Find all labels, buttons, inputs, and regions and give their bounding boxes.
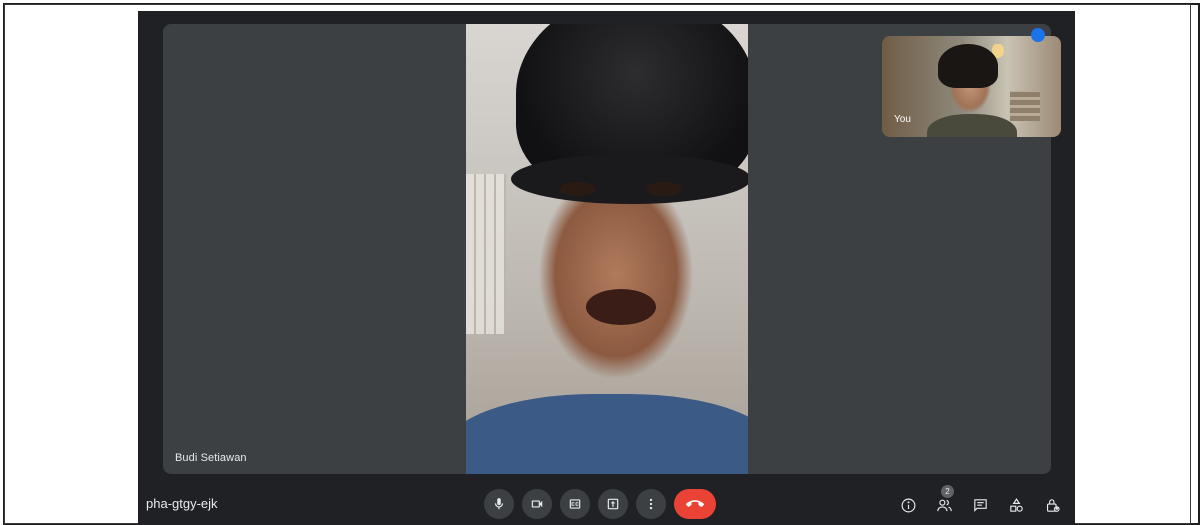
self-label: You: [894, 114, 911, 125]
background-shelf: [1010, 91, 1040, 121]
microphone-button[interactable]: [484, 489, 514, 519]
shapes-icon: [1009, 497, 1023, 512]
closed-caption-icon: [569, 499, 581, 509]
self-body: [927, 114, 1017, 137]
call-end-icon: [686, 500, 704, 507]
present-to-all-icon: [607, 498, 619, 510]
self-hair: [938, 44, 998, 88]
more-options-button[interactable]: [636, 489, 666, 519]
participant-eye-right: [646, 182, 682, 196]
participant-video: [466, 24, 748, 474]
people-icon: [936, 499, 952, 511]
participant-cap-brim: [511, 154, 748, 204]
camera-button[interactable]: [522, 489, 552, 519]
present-button[interactable]: [598, 489, 628, 519]
participant-eye-left: [560, 182, 596, 196]
meeting-code: pha-gtgy-ejk: [146, 496, 218, 511]
chat-icon: [973, 498, 987, 512]
bottom-control-bar: pha-gtgy-ejk 2: [138, 483, 1075, 525]
participant-count-badge: 2: [941, 485, 954, 498]
call-controls: [484, 489, 716, 519]
self-view-indicator: [1031, 28, 1045, 42]
meeting-details-button[interactable]: [896, 493, 920, 517]
activities-button[interactable]: [1004, 493, 1028, 517]
captions-button[interactable]: [560, 489, 590, 519]
info-icon: [901, 498, 915, 512]
lock-person-icon: [1046, 498, 1060, 512]
mic-icon: [494, 498, 504, 510]
more-vert-icon: [649, 498, 653, 510]
chat-button[interactable]: [968, 493, 992, 517]
self-view-tile[interactable]: You: [882, 36, 1061, 137]
meet-window: Budi Setiawan You pha-gtgy-ejk 2: [138, 11, 1075, 525]
host-controls-button[interactable]: [1040, 493, 1064, 517]
participant-mouth: [586, 289, 656, 325]
leave-call-button[interactable]: [674, 489, 716, 519]
side-panel-buttons: 2: [896, 485, 1064, 517]
people-button[interactable]: 2: [932, 485, 956, 517]
participant-name-tag: Budi Setiawan: [175, 452, 247, 464]
background-window: [466, 174, 506, 334]
videocam-icon: [531, 500, 543, 508]
participant-shirt: [466, 394, 748, 474]
